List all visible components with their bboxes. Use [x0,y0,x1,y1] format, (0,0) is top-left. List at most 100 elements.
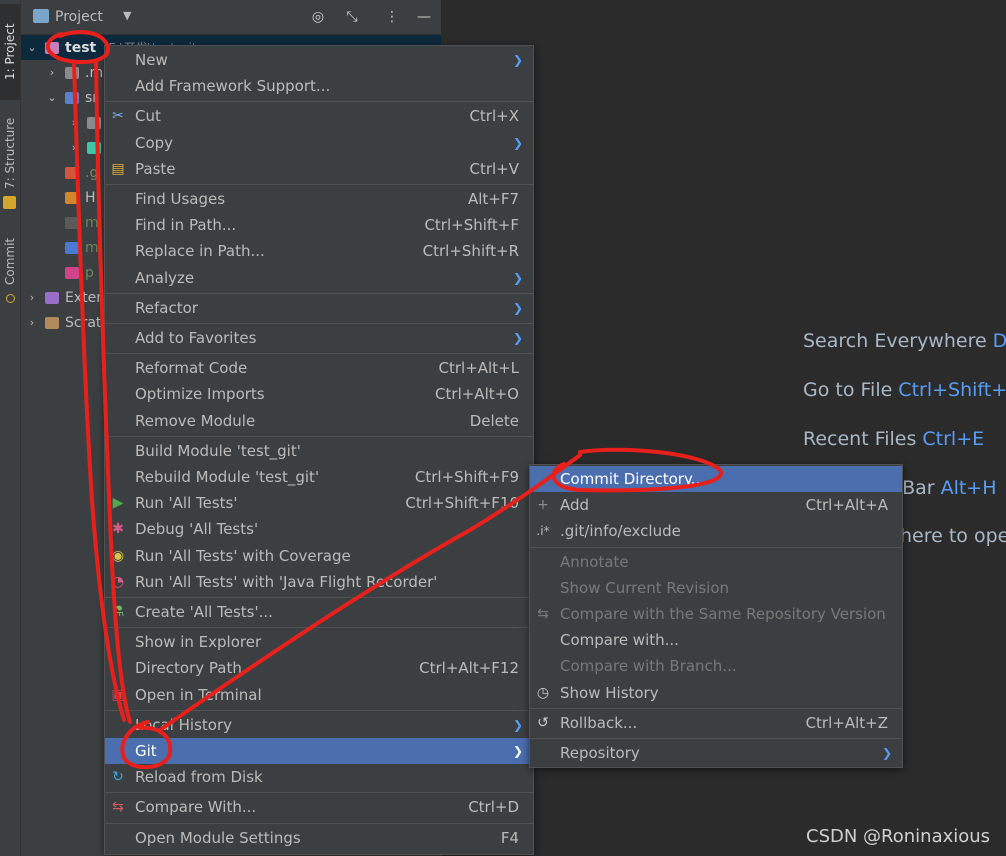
module-folder-icon [45,41,59,54]
menu-item-label: Rollback... [560,713,638,732]
menu-item-shortcut: Ctrl+Shift+F9 [414,468,519,486]
menu-item-label: Local History [135,715,233,734]
chevron-right-icon[interactable]: › [67,116,81,129]
menu-item-reformat-code[interactable]: Reformat Code Ctrl+Alt+L [105,355,533,381]
menu-item-label: Add to Favorites [135,329,257,347]
menu-item-open-module-settings[interactable]: Open Module Settings F4 [105,825,533,851]
menu-item-debug-all-tests[interactable]: ✱ Debug 'All Tests' [105,516,533,542]
git-submenu: Commit Directory... + Add Ctrl+Alt+A .i* .git… [529,464,903,768]
menu-item-label: Show in Explorer [135,633,262,652]
chevron-down-icon[interactable]: ⌄ [45,91,59,104]
history-icon: ◷ [536,684,550,701]
tab-structure[interactable]: 7: Structure [0,112,20,194]
run-icon: ▶ [112,495,124,512]
menu-item-commit-directory[interactable]: Commit Directory... [530,466,902,492]
structure-icon [3,196,16,209]
clipboard-icon: ▤ [111,160,125,177]
menu-item-remove-module[interactable]: Remove Module Delete [105,408,533,434]
menu-item-reload-from-disk[interactable]: ↻ Reload from Disk [105,764,533,790]
gitignore-icon: .i* [536,524,550,539]
menu-item-local-history[interactable]: Local History ❯ [105,712,533,738]
menu-item-label: Show History [560,683,659,702]
menu-item-rebuild-module-test-git[interactable]: Rebuild Module 'test_git' Ctrl+Shift+F9 [105,464,533,490]
menu-item-label: Reload from Disk [135,768,263,787]
menu-item-label: Run 'All Tests' with Coverage [135,546,351,565]
libraries-icon [45,291,59,304]
menu-item-label: Open in Terminal [135,685,262,704]
collapse-icon[interactable]: ⤡ [343,8,361,26]
hint-go-to-file: Go to File Ctrl+Shift+ [803,379,1006,401]
scissors-icon: ✂ [112,108,124,125]
chevron-right-icon[interactable]: › [25,316,39,329]
chevron-right-icon[interactable]: › [25,291,39,304]
menu-separator [530,546,902,548]
chevron-down-icon[interactable]: ▼ [123,9,131,22]
more-icon[interactable]: ⋮ [383,8,401,26]
menu-separator [530,707,902,709]
chevron-down-icon[interactable]: ⌄ [25,41,39,54]
menu-item-label: Add Framework Support... [135,77,331,96]
chevron-right-icon: ❯ [512,331,523,345]
menu-item-run-all-tests[interactable]: ▶ Run 'All Tests' Ctrl+Shift+F10 [105,490,533,516]
target-icon[interactable]: ◎ [309,8,327,26]
menu-item-compare-with[interactable]: Compare with... [530,627,902,653]
hint-search-everywhere: Search Everywhere D [803,330,1006,352]
menu-item-paste[interactable]: ▤ Paste Ctrl+V [105,156,533,182]
menu-item-shortcut: Ctrl+Alt+F12 [419,659,519,678]
maven-file-icon [65,266,79,279]
menu-separator [105,353,533,355]
chevron-right-icon[interactable]: › [45,66,59,79]
menu-item-add[interactable]: + Add Ctrl+Alt+A [530,492,902,518]
menu-item-label: Remove Module [135,411,256,430]
menu-item-label: Paste [135,159,176,178]
tab-commit[interactable]: Commit [0,232,20,290]
menu-item-new[interactable]: New ❯ [105,47,533,73]
menu-item-git-info-exclude[interactable]: .i* .git/info/exclude [530,518,902,544]
menu-item-add-framework-support[interactable]: Add Framework Support... [105,73,533,99]
tree-label: test [65,39,97,56]
menu-item-find-in-path[interactable]: Find in Path... Ctrl+Shift+F [105,212,533,238]
menu-item-show-in-explorer[interactable]: Show in Explorer [105,629,533,655]
menu-item-copy[interactable]: Copy ❯ [105,130,533,156]
menu-item-find-usages[interactable]: Find Usages Alt+F7 [105,186,533,212]
menu-item-shortcut: Ctrl+V [469,159,519,178]
test-folder-icon [87,141,101,154]
menu-item-add-to-favorites[interactable]: Add to Favorites ❯ [105,325,533,351]
hint-drop-files: here to ope [900,525,1006,547]
chevron-right-icon: ❯ [881,746,892,760]
menu-item-build-module-test-git[interactable]: Build Module 'test_git' [105,438,533,464]
menu-item-shortcut: Ctrl+Alt+O [435,385,519,404]
menu-item-annotate: Annotate [530,549,902,575]
menu-item-label: Run 'All Tests' [135,494,238,513]
menu-item-create-all-tests[interactable]: ⚗ Create 'All Tests'... [105,599,533,625]
tree-label: Exter [65,289,102,306]
menu-item-run-all-tests-with-java-flight-recorder[interactable]: ◔ Run 'All Tests' with 'Java Flight Recor… [105,569,533,595]
menu-item-directory-path[interactable]: Directory Path Ctrl+Alt+F12 [105,655,533,681]
menu-item-compare-with[interactable]: ⇆ Compare With... Ctrl+D [105,794,533,820]
menu-item-refactor[interactable]: Refactor ❯ [105,295,533,321]
menu-item-label: Directory Path [135,659,242,678]
menu-item-run-all-tests-with-coverage[interactable]: ◉ Run 'All Tests' with Coverage [105,543,533,569]
menu-item-replace-in-path[interactable]: Replace in Path... Ctrl+Shift+R [105,238,533,264]
menu-item-shortcut: Ctrl+Alt+Z [805,713,888,732]
menu-item-repository[interactable]: Repository ❯ [530,740,902,766]
menu-separator [105,597,533,598]
menu-item-git[interactable]: Git ❯ [105,738,533,764]
tab-project[interactable]: 1: Project [0,4,20,100]
rollback-icon: ↺ [537,714,549,731]
menu-item-optimize-imports[interactable]: Optimize Imports Ctrl+Alt+O [105,381,533,407]
project-title[interactable]: Project [55,9,103,25]
menu-item-rollback[interactable]: ↺ Rollback... Ctrl+Alt+Z [530,710,902,736]
menu-separator [530,738,902,739]
menu-item-analyze[interactable]: Analyze ❯ [105,265,533,291]
menu-item-label: Refactor [135,298,198,317]
chevron-right-icon[interactable]: › [67,141,81,154]
menu-item-open-in-terminal[interactable]: ▣ Open in Terminal [105,682,533,708]
menu-item-label: Compare With... [135,798,257,817]
git-file-icon [65,166,79,179]
menu-item-shortcut: Alt+F7 [467,190,519,208]
menu-item-show-history[interactable]: ◷ Show History [530,680,902,706]
minimize-icon[interactable]: — [415,8,433,26]
menu-item-cut[interactable]: ✂ Cut Ctrl+X [105,103,533,129]
tool-window-strip: 1: Project 7: Structure Commit [0,0,21,856]
